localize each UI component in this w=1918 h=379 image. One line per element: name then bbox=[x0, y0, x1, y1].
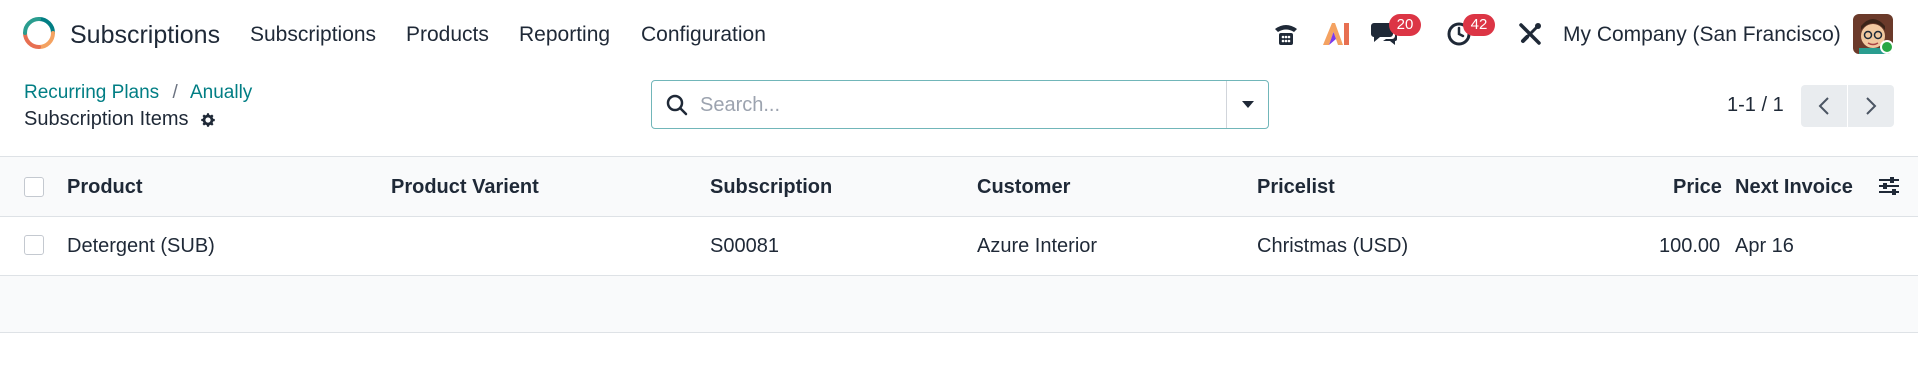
table-footer bbox=[0, 276, 1918, 333]
optional-columns-icon[interactable] bbox=[1878, 175, 1900, 197]
cell-customer: Azure Interior bbox=[977, 235, 1098, 257]
search-icon bbox=[666, 94, 688, 116]
tools-icon[interactable] bbox=[1514, 18, 1546, 50]
ai-icon[interactable] bbox=[1320, 18, 1352, 50]
column-header-product-variant[interactable]: Product Varient bbox=[391, 176, 539, 199]
page-title: Subscription Items bbox=[24, 108, 217, 131]
cell-pricelist: Christmas (USD) bbox=[1257, 235, 1409, 257]
table-row[interactable]: Detergent (SUB) S00081 Azure Interior Ch… bbox=[0, 217, 1918, 276]
phone-icon[interactable] bbox=[1270, 18, 1302, 50]
chevron-left-icon bbox=[1818, 97, 1829, 115]
app-name[interactable]: Subscriptions bbox=[70, 21, 220, 50]
menu-item-products[interactable]: Products bbox=[406, 23, 489, 47]
column-header-product[interactable]: Product bbox=[67, 176, 143, 199]
pager-value[interactable]: 1-1 / 1 bbox=[1727, 94, 1784, 117]
page-title-text: Subscription Items bbox=[24, 108, 189, 130]
column-header-pricelist[interactable]: Pricelist bbox=[1257, 176, 1335, 199]
search-options-toggle[interactable] bbox=[1226, 81, 1269, 128]
table-header: Product Product Varient Subscription Cus… bbox=[0, 156, 1918, 217]
column-header-next-invoice[interactable]: Next Invoice bbox=[1735, 176, 1853, 199]
chevron-right-icon bbox=[1866, 97, 1877, 115]
search-input[interactable] bbox=[700, 91, 1200, 119]
row-checkbox[interactable] bbox=[24, 235, 44, 255]
select-all-checkbox[interactable] bbox=[24, 177, 44, 197]
breadcrumb-item-anually[interactable]: Anually bbox=[190, 82, 252, 103]
search-bar bbox=[651, 80, 1269, 129]
top-navbar: Subscriptions Subscriptions Products Rep… bbox=[0, 0, 1918, 68]
menu-item-configuration[interactable]: Configuration bbox=[641, 23, 766, 47]
column-header-price[interactable]: Price bbox=[1673, 176, 1722, 199]
cell-price: 100.00 bbox=[1659, 235, 1721, 257]
subscriptions-logo-icon[interactable] bbox=[22, 16, 56, 50]
cell-subscription: S00081 bbox=[710, 235, 779, 257]
pager-previous-button[interactable] bbox=[1801, 85, 1847, 127]
column-header-subscription[interactable]: Subscription bbox=[710, 176, 832, 199]
cell-product: Detergent (SUB) bbox=[67, 235, 215, 257]
breadcrumb-separator: / bbox=[172, 82, 178, 103]
caret-down-icon bbox=[1242, 101, 1254, 108]
breadcrumb: Recurring Plans / Anually bbox=[24, 82, 252, 104]
cell-next-invoice: Apr 16 bbox=[1735, 235, 1794, 257]
menu-item-reporting[interactable]: Reporting bbox=[519, 23, 610, 47]
online-status-dot bbox=[1880, 40, 1894, 54]
menu-item-subscriptions[interactable]: Subscriptions bbox=[250, 23, 376, 47]
pager-next-button[interactable] bbox=[1848, 85, 1894, 127]
column-header-customer[interactable]: Customer bbox=[977, 176, 1070, 199]
company-switcher[interactable]: My Company (San Francisco) bbox=[1563, 23, 1841, 47]
messages-count-badge: 20 bbox=[1389, 14, 1421, 36]
activities-count-badge: 42 bbox=[1463, 14, 1495, 36]
breadcrumb-item-recurring-plans[interactable]: Recurring Plans bbox=[24, 82, 159, 103]
gear-icon[interactable] bbox=[199, 111, 217, 129]
